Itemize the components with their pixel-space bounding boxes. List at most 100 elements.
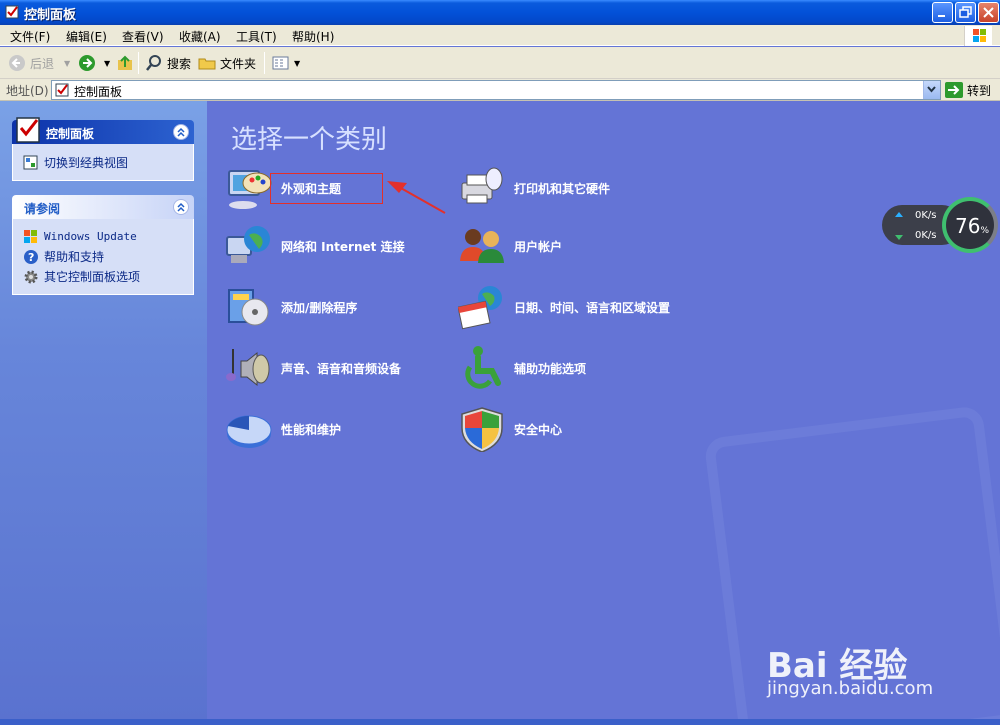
page-title: 选择一个类别 xyxy=(231,125,388,155)
minimize-icon xyxy=(938,15,945,17)
menu-favorites[interactable]: 收藏(A) xyxy=(179,28,221,45)
dropdown-arrow-icon: ▼ xyxy=(64,58,71,68)
up-folder-button[interactable] xyxy=(116,52,134,74)
software-box-cd-icon xyxy=(228,289,269,326)
category-date-time-language-region[interactable]: 日期、时间、语言和区域设置 xyxy=(458,284,670,330)
forward-arrow-icon xyxy=(79,55,95,71)
category-label: 声音、语音和音频设备 xyxy=(281,361,402,376)
control-panel-section-header[interactable]: 控制面板 xyxy=(12,117,194,144)
wheelchair-icon xyxy=(465,346,501,389)
main-content: 选择一个类别 外观和主题 网络和 Internet 连接 添加/删除程序 声音、… xyxy=(207,101,1000,725)
category-network-internet[interactable]: 网络和 Internet 连接 xyxy=(225,223,405,269)
category-label: 辅助功能选项 xyxy=(514,361,587,376)
collapse-chevron-icon[interactable] xyxy=(173,199,189,215)
search-icon xyxy=(146,55,161,71)
dropdown-arrow-icon: ▼ xyxy=(104,58,111,68)
windows-update-link[interactable]: Windows Update xyxy=(23,228,137,244)
svg-text:?: ? xyxy=(28,251,34,264)
category-add-remove-programs[interactable]: 添加/删除程序 xyxy=(225,284,357,330)
folders-button[interactable]: 文件夹 xyxy=(198,52,256,74)
restore-icon xyxy=(959,6,972,18)
category-label: 打印机和其它硬件 xyxy=(514,181,611,196)
up-folder-icon xyxy=(118,55,132,70)
folders-label: 文件夹 xyxy=(220,56,257,71)
category-user-accounts[interactable]: 用户帐户 xyxy=(458,223,562,269)
windows-update-label: Windows Update xyxy=(44,229,137,243)
control-panel-section-title: 控制面板 xyxy=(46,127,95,141)
pie-chart-icon xyxy=(226,415,272,448)
control-panel-section: 控制面板 切换到经典视图 xyxy=(12,117,194,181)
go-label: 转到 xyxy=(967,83,992,98)
search-label: 搜索 xyxy=(167,56,192,71)
toolbar: 后退 ▼ ▼ 搜索 文件夹 ▼ xyxy=(0,47,1000,79)
minimize-button[interactable] xyxy=(932,2,953,23)
forward-button[interactable]: ▼ xyxy=(78,52,110,74)
status-strip xyxy=(0,719,1000,725)
menu-help[interactable]: 帮助(H) xyxy=(292,28,334,45)
search-button[interactable]: 搜索 xyxy=(145,52,191,74)
category-performance-maintenance[interactable]: 性能和维护 xyxy=(225,406,341,452)
see-also-title: 请参阅 xyxy=(24,202,61,216)
toolbar-separator xyxy=(138,52,139,74)
folder-icon xyxy=(198,58,216,70)
category-security-center[interactable]: 安全中心 xyxy=(458,406,562,452)
back-arrow-icon xyxy=(9,55,25,71)
windows-update-icon xyxy=(24,230,37,243)
see-also-section-header[interactable]: 请参阅 xyxy=(12,195,194,219)
category-printers-hardware[interactable]: 打印机和其它硬件 xyxy=(458,165,610,211)
control-panel-icon xyxy=(55,83,69,97)
download-speed: 0K/s xyxy=(915,230,937,241)
address-bar: 地址(D) 控制面板 转到 xyxy=(0,79,1000,101)
address-value: 控制面板 xyxy=(74,85,123,99)
calendar-globe-icon xyxy=(458,286,502,330)
maximize-button[interactable] xyxy=(955,2,976,23)
windows-flag-icon xyxy=(973,29,986,42)
address-dropdown-button[interactable] xyxy=(923,81,940,99)
category-label: 日期、时间、语言和区域设置 xyxy=(514,300,671,315)
control-panel-icon xyxy=(16,117,40,143)
menu-tools[interactable]: 工具(T) xyxy=(236,28,277,45)
baidu-watermark-url: jingyan.baidu.com xyxy=(767,678,934,699)
download-arrow-icon xyxy=(895,235,903,240)
help-support-label: 帮助和支持 xyxy=(44,250,105,264)
printer-mouse-icon xyxy=(461,167,503,204)
category-label: 用户帐户 xyxy=(514,239,563,254)
annotation-highlight-box xyxy=(270,173,383,204)
chevron-down-icon xyxy=(927,86,936,93)
menu-edit[interactable]: 编辑(E) xyxy=(66,28,107,45)
address-label: 地址(D) xyxy=(6,84,49,98)
category-label: 性能和维护 xyxy=(281,422,342,437)
address-input[interactable]: 控制面板 xyxy=(51,80,941,100)
close-button[interactable] xyxy=(978,2,999,23)
dropdown-arrow-icon: ▼ xyxy=(294,58,301,68)
speaker-music-icon xyxy=(226,349,270,387)
switch-classic-view-label: 切换到经典视图 xyxy=(44,156,129,170)
views-button[interactable]: ▼ xyxy=(272,52,300,74)
title-bar: 控制面板 xyxy=(0,0,1000,25)
collapse-chevron-icon[interactable] xyxy=(173,124,189,140)
task-pane: 控制面板 切换到经典视图 请参阅 Windows Update ? 帮助和支持 xyxy=(0,101,207,725)
network-speed-widget[interactable]: 0K/s 0K/s 76% xyxy=(882,197,998,253)
close-icon xyxy=(983,7,994,18)
network-globe-icon xyxy=(226,226,270,263)
menu-file[interactable]: 文件(F) xyxy=(10,28,50,45)
menu-bar: 文件(F) 编辑(E) 查看(V) 收藏(A) 工具(T) 帮助(H) xyxy=(0,25,1000,46)
usage-percent: 76 xyxy=(954,214,981,238)
users-icon xyxy=(460,229,504,263)
window-title: 控制面板 xyxy=(24,8,77,23)
classic-view-icon xyxy=(23,155,38,169)
back-button[interactable]: 后退 ▼ xyxy=(8,52,70,74)
other-options-link[interactable]: 其它控制面板选项 xyxy=(23,268,140,285)
category-accessibility[interactable]: 辅助功能选项 xyxy=(458,345,586,391)
upload-speed: 0K/s xyxy=(915,210,937,221)
windows-logo xyxy=(964,26,992,46)
help-support-link[interactable]: ? 帮助和支持 xyxy=(23,248,104,265)
menu-view[interactable]: 查看(V) xyxy=(122,28,164,45)
category-sound-audio[interactable]: 声音、语音和音频设备 xyxy=(225,345,401,391)
memory-usage-gauge: 76% xyxy=(942,197,998,253)
switch-classic-view-link[interactable]: 切换到经典视图 xyxy=(23,154,128,171)
category-label: 添加/删除程序 xyxy=(281,300,358,315)
go-button[interactable]: 转到 xyxy=(944,80,991,100)
shield-icon xyxy=(461,407,503,452)
palette-monitor-icon xyxy=(228,170,272,209)
